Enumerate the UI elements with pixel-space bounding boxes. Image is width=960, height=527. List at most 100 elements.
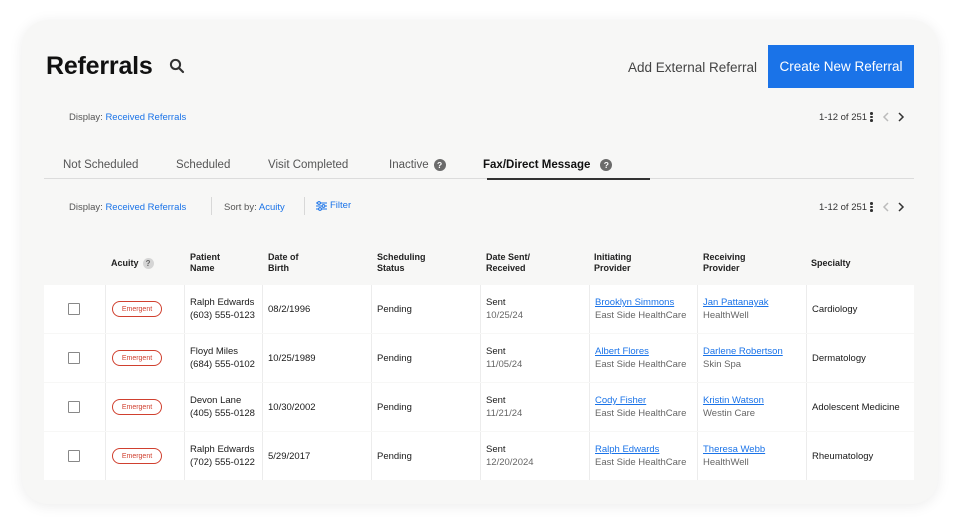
sent-status: Sent	[486, 395, 506, 406]
search-icon[interactable]	[169, 58, 185, 74]
table-row[interactable]: Emergent Devon Lane (405) 555-0128 10/30…	[44, 383, 914, 431]
tab-fax-direct-message[interactable]: Fax/Direct Message?	[483, 159, 613, 171]
pagination-range: 1-12 of 251	[819, 111, 868, 123]
table-row[interactable]: Emergent Ralph Edwards (702) 555-0122 5/…	[44, 432, 914, 480]
add-external-referral-link[interactable]: Add External Referral	[628, 60, 757, 75]
column-header-scheduling-status[interactable]: Scheduling Status	[377, 252, 426, 274]
column-label: Status	[377, 263, 405, 273]
initiating-provider-link[interactable]: Cody Fisher	[595, 394, 646, 407]
tab-inactive[interactable]: Inactive?	[389, 159, 446, 171]
pagination: 1-12 of 251	[819, 111, 907, 123]
display-value-link[interactable]: Received Referrals	[105, 112, 186, 123]
cell-divider	[480, 383, 481, 431]
column-label: Provider	[703, 263, 740, 273]
column-header-patient-name[interactable]: Patient Name	[190, 252, 220, 274]
column-header-initiating-provider[interactable]: Initiating Provider	[594, 252, 632, 274]
sent-date: 12/20/2024	[486, 457, 534, 468]
acuity-badge: Emergent	[112, 301, 162, 317]
column-label: Specialty	[811, 258, 851, 268]
column-label: Scheduling	[377, 252, 426, 262]
initiating-provider-link[interactable]: Ralph Edwards	[595, 443, 659, 456]
receiving-org: HealthWell	[703, 310, 749, 321]
cell-divider	[806, 285, 807, 333]
column-label: Acuity	[111, 258, 139, 268]
acuity-badge: Emergent	[112, 350, 162, 366]
display-selector: Display: Received Referrals	[69, 112, 186, 123]
column-label: Birth	[268, 263, 289, 273]
receiving-provider-link[interactable]: Darlene Robertson	[703, 345, 783, 358]
cell-divider	[697, 432, 698, 480]
specialty: Rheumatology	[812, 451, 874, 462]
help-icon[interactable]: ?	[142, 258, 154, 269]
row-checkbox[interactable]	[68, 352, 80, 364]
sent-date: 10/25/24	[486, 310, 523, 321]
more-options-icon[interactable]	[870, 111, 873, 123]
receiving-provider-link[interactable]: Jan Pattanayak	[703, 296, 769, 309]
patient-phone: (603) 555-0123	[190, 310, 255, 321]
referral-tabs: Not Scheduled Scheduled Visit Completed …	[44, 151, 914, 180]
sort-value-link[interactable]: Acuity	[259, 202, 285, 213]
row-checkbox[interactable]	[68, 401, 80, 413]
date-of-birth: 5/29/2017	[268, 451, 311, 462]
chevron-left-icon[interactable]	[880, 111, 892, 123]
cell-divider	[806, 432, 807, 480]
row-checkbox[interactable]	[68, 450, 80, 462]
pagination: 1-12 of 251	[819, 201, 907, 213]
column-header-acuity[interactable]: Acuity?	[111, 258, 154, 269]
cell-divider	[262, 432, 263, 480]
pagination-range: 1-12 of 251	[819, 201, 868, 213]
filter-button[interactable]: Filter	[316, 200, 351, 211]
cell-divider	[589, 432, 590, 480]
tab-label: Fax/Direct Message	[483, 159, 591, 171]
column-header-specialty[interactable]: Specialty	[811, 258, 851, 269]
tab-label: Inactive	[389, 159, 429, 171]
chevron-left-icon[interactable]	[880, 201, 892, 213]
sent-status: Sent	[486, 297, 506, 308]
create-new-referral-button[interactable]: Create New Referral	[768, 45, 914, 88]
column-header-date-sent[interactable]: Date Sent/Received	[486, 252, 530, 274]
display-value-link[interactable]: Received Referrals	[105, 202, 186, 213]
patient-phone: (684) 555-0102	[190, 359, 255, 370]
table-header: Acuity? Patient Name Date of Birth Schedul…	[44, 250, 914, 284]
divider	[304, 197, 305, 215]
cell-divider	[480, 285, 481, 333]
tab-visit-completed[interactable]: Visit Completed	[268, 159, 348, 171]
row-checkbox[interactable]	[68, 303, 80, 315]
patient-phone: (702) 555-0122	[190, 457, 255, 468]
cell-divider	[806, 383, 807, 431]
patient-name: Devon Lane	[190, 395, 242, 406]
receiving-org: Skin Spa	[703, 359, 742, 370]
column-header-dob[interactable]: Date of Birth	[268, 252, 299, 274]
initiating-provider-link[interactable]: Brooklyn Simmons	[595, 296, 674, 309]
date-of-birth: 10/30/2002	[268, 402, 316, 413]
table-row[interactable]: Emergent Floyd Miles (684) 555-0102 10/2…	[44, 334, 914, 382]
display-label: Display:	[69, 202, 103, 213]
scheduling-status: Pending	[377, 451, 412, 462]
sort-label: Sort by:	[224, 202, 257, 213]
filter-icon	[316, 200, 327, 211]
cell-divider	[262, 383, 263, 431]
table-row[interactable]: Emergent Ralph Edwards (603) 555-0123 08…	[44, 285, 914, 333]
more-options-icon[interactable]	[870, 201, 873, 213]
initiating-org: East Side HealthCare	[595, 310, 687, 321]
receiving-org: HealthWell	[703, 457, 749, 468]
receiving-provider-link[interactable]: Kristin Watson	[703, 394, 764, 407]
receiving-provider-link[interactable]: Theresa Webb	[703, 443, 765, 456]
scheduling-status: Pending	[377, 304, 412, 315]
cell-divider	[371, 432, 372, 480]
cell-divider	[589, 383, 590, 431]
help-icon[interactable]: ?	[433, 159, 446, 171]
tab-not-scheduled[interactable]: Not Scheduled	[63, 159, 138, 171]
column-header-receiving-provider[interactable]: Receiving Provider	[703, 252, 746, 274]
chevron-right-icon[interactable]	[895, 201, 907, 213]
cell-divider	[184, 383, 185, 431]
column-label: Receiving	[703, 252, 746, 262]
chevron-right-icon[interactable]	[895, 111, 907, 123]
cell-divider	[371, 334, 372, 382]
tab-scheduled[interactable]: Scheduled	[176, 159, 230, 171]
initiating-provider-link[interactable]: Albert Flores	[595, 345, 649, 358]
cell-divider	[806, 334, 807, 382]
help-icon[interactable]: ?	[600, 159, 613, 171]
cell-divider	[480, 334, 481, 382]
cell-divider	[371, 285, 372, 333]
